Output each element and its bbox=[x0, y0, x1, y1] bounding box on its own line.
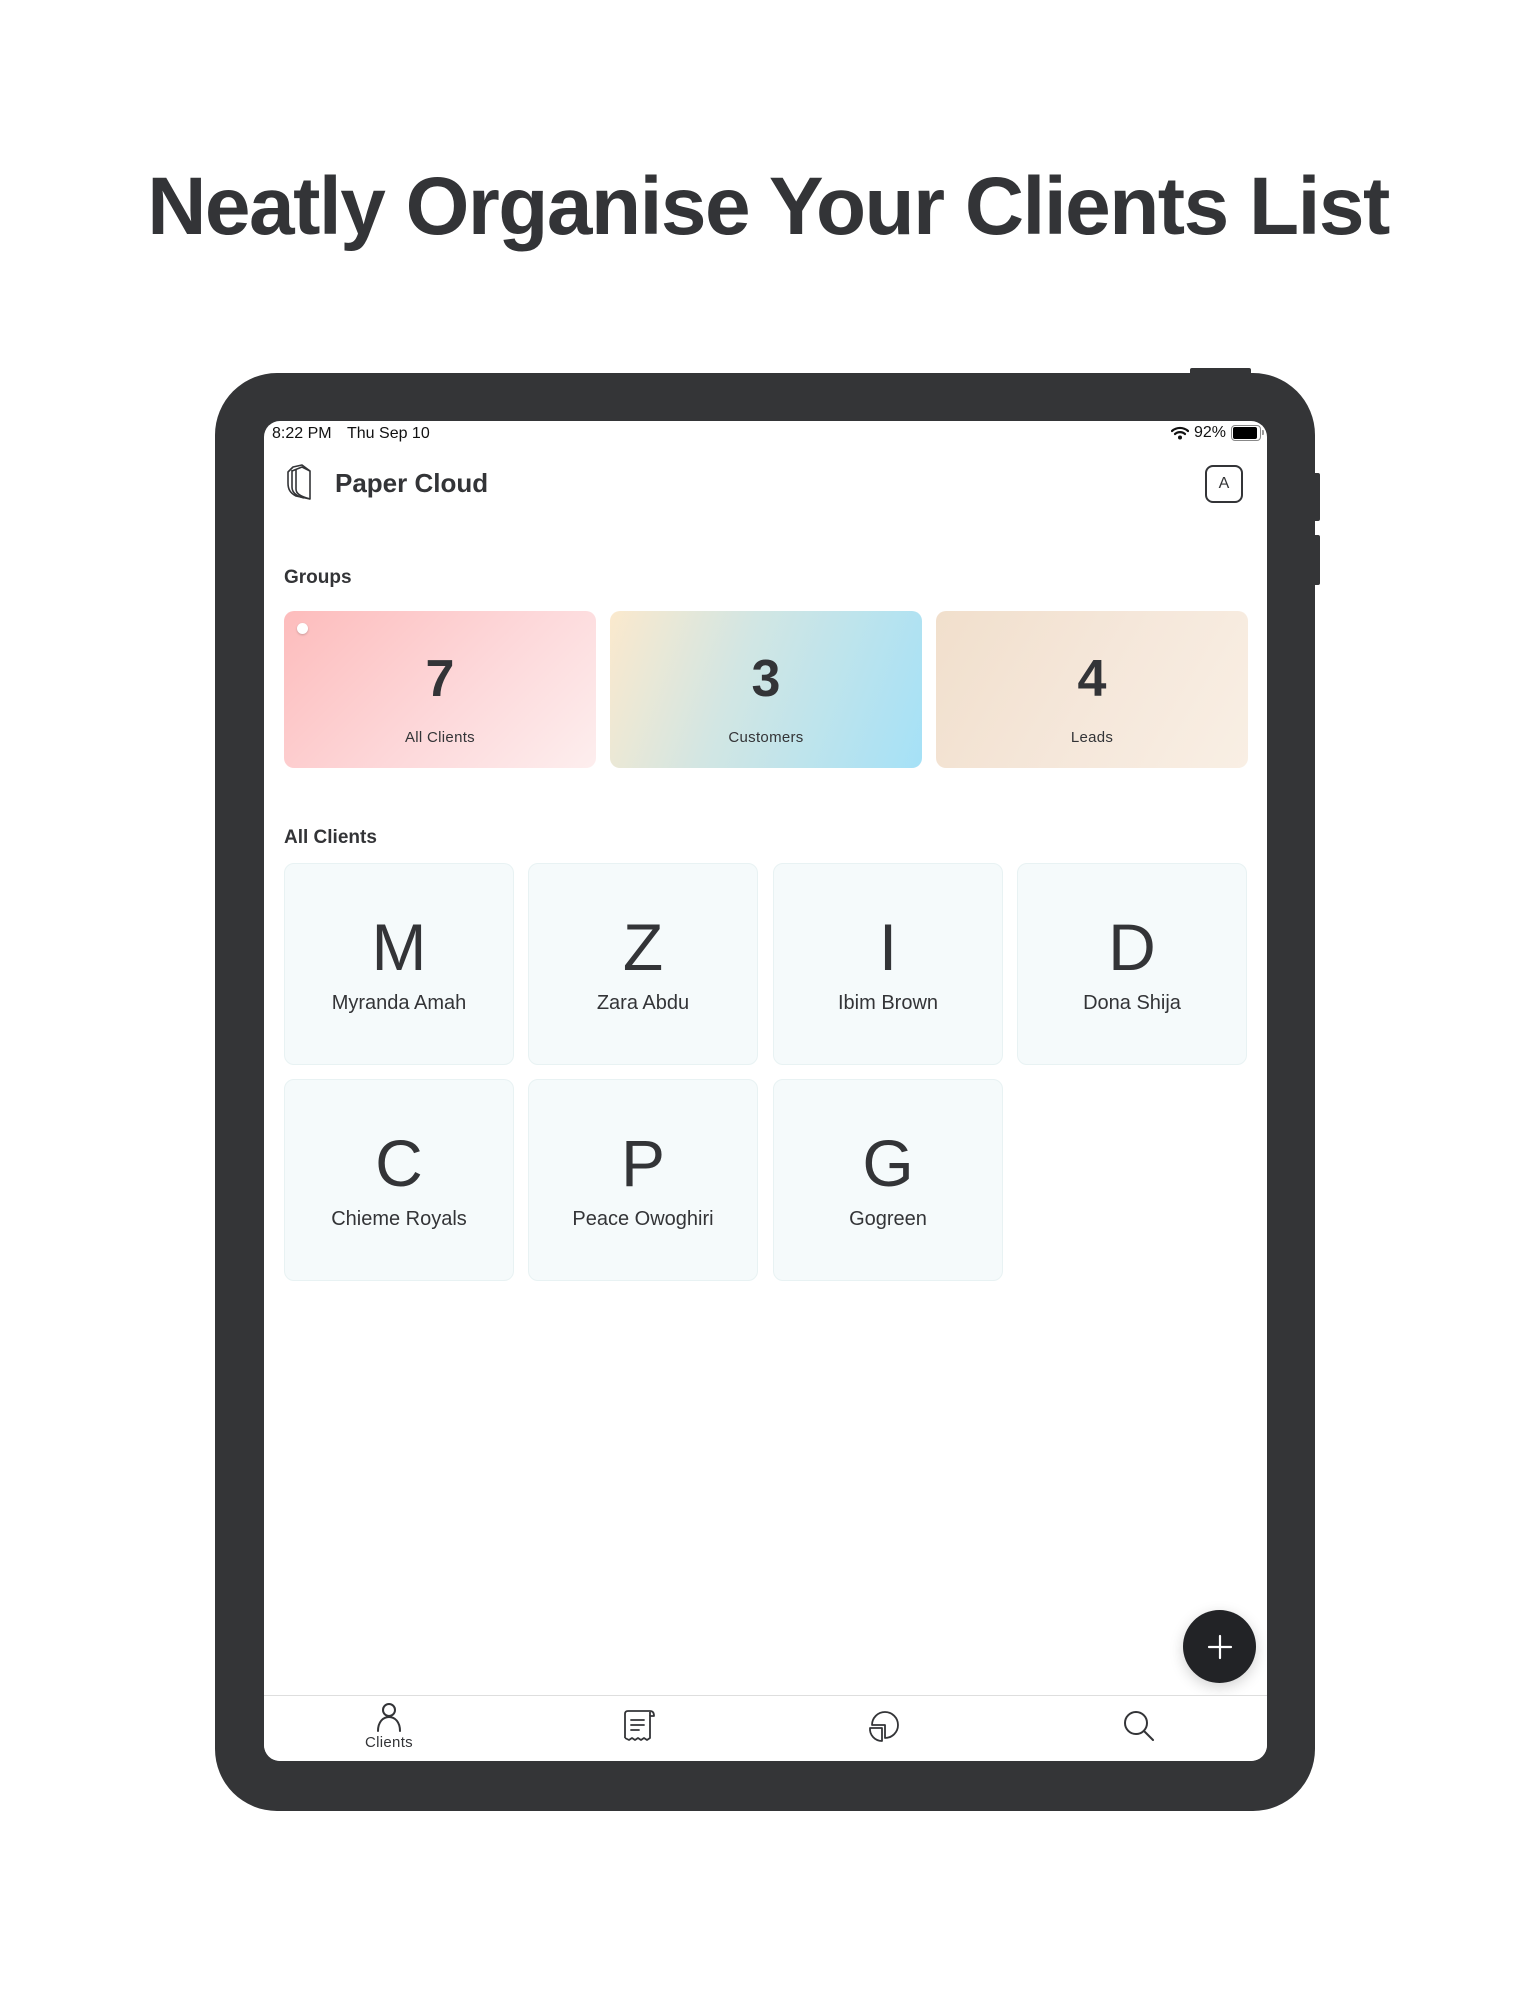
search-icon bbox=[1124, 1711, 1154, 1741]
group-count: 7 bbox=[425, 650, 455, 708]
plus-icon bbox=[1207, 1634, 1232, 1659]
app-title: Paper Cloud bbox=[335, 468, 489, 498]
page-headline: Neatly Organise Your Clients List bbox=[147, 161, 1390, 252]
group-card-customers[interactable]: 3 Customers bbox=[610, 611, 922, 768]
client-initial: M bbox=[371, 910, 427, 984]
client-initial: P bbox=[620, 1126, 666, 1200]
avatar-initial: A bbox=[1218, 475, 1230, 492]
add-client-button[interactable] bbox=[1183, 1610, 1256, 1683]
groups-heading: Groups bbox=[284, 567, 352, 588]
client-name: Zara Abdu bbox=[596, 992, 690, 1014]
client-card[interactable]: P Peace Owoghiri bbox=[528, 1079, 758, 1281]
tab-bar: Clients bbox=[264, 1695, 1267, 1761]
group-card-all-clients[interactable]: 7 All Clients bbox=[284, 611, 596, 768]
client-initial: D bbox=[1108, 910, 1156, 984]
status-bar: 8:22 PM Thu Sep 10 92% bbox=[264, 421, 1267, 447]
app-screen: 8:22 PM Thu Sep 10 92% Paper Cloud A Gro… bbox=[264, 421, 1267, 1761]
group-card-leads[interactable]: 4 Leads bbox=[936, 611, 1248, 768]
status-date: Thu Sep 10 bbox=[347, 425, 430, 442]
group-label: Leads bbox=[1070, 729, 1114, 746]
tab-reports[interactable] bbox=[826, 1696, 946, 1761]
client-initial: C bbox=[375, 1126, 423, 1200]
selected-indicator bbox=[297, 623, 308, 634]
client-name: Peace Owoghiri bbox=[572, 1208, 714, 1230]
client-card[interactable]: Z Zara Abdu bbox=[528, 863, 758, 1065]
tab-clients[interactable]: Clients bbox=[329, 1696, 449, 1761]
client-name: Dona Shija bbox=[1083, 992, 1181, 1014]
battery-icon bbox=[1231, 425, 1264, 441]
group-count: 3 bbox=[751, 650, 781, 708]
receipt-icon bbox=[624, 1710, 655, 1741]
group-label: All Clients bbox=[405, 729, 475, 746]
group-label: Customers bbox=[728, 729, 804, 746]
client-card[interactable]: M Myranda Amah bbox=[284, 863, 514, 1065]
paper-stack-icon bbox=[287, 464, 311, 500]
client-card[interactable]: D Dona Shija bbox=[1017, 863, 1247, 1065]
battery-level bbox=[1233, 427, 1257, 439]
status-time: 8:22 PM bbox=[272, 425, 332, 442]
pie-chart-icon bbox=[869, 1711, 899, 1742]
client-initial: Z bbox=[622, 910, 664, 984]
client-card[interactable]: C Chieme Royals bbox=[284, 1079, 514, 1281]
account-avatar-button[interactable]: A bbox=[1205, 465, 1243, 503]
group-count: 4 bbox=[1077, 650, 1107, 708]
battery-percent: 92% bbox=[1193, 424, 1226, 441]
client-initial: G bbox=[862, 1126, 914, 1200]
tab-invoices[interactable] bbox=[579, 1696, 699, 1761]
client-name: Gogreen bbox=[849, 1208, 927, 1230]
client-card[interactable]: G Gogreen bbox=[773, 1079, 1003, 1281]
client-card[interactable]: I Ibim Brown bbox=[773, 863, 1003, 1065]
person-icon bbox=[377, 1703, 401, 1732]
client-name: Chieme Royals bbox=[331, 1208, 467, 1230]
tab-search[interactable] bbox=[1079, 1696, 1199, 1761]
client-name: Myranda Amah bbox=[331, 992, 467, 1014]
tab-label: Clients bbox=[365, 1734, 413, 1751]
client-name: Ibim Brown bbox=[837, 992, 939, 1014]
client-initial: I bbox=[878, 910, 898, 984]
all-clients-heading: All Clients bbox=[284, 827, 377, 848]
wifi-icon bbox=[1170, 426, 1189, 440]
